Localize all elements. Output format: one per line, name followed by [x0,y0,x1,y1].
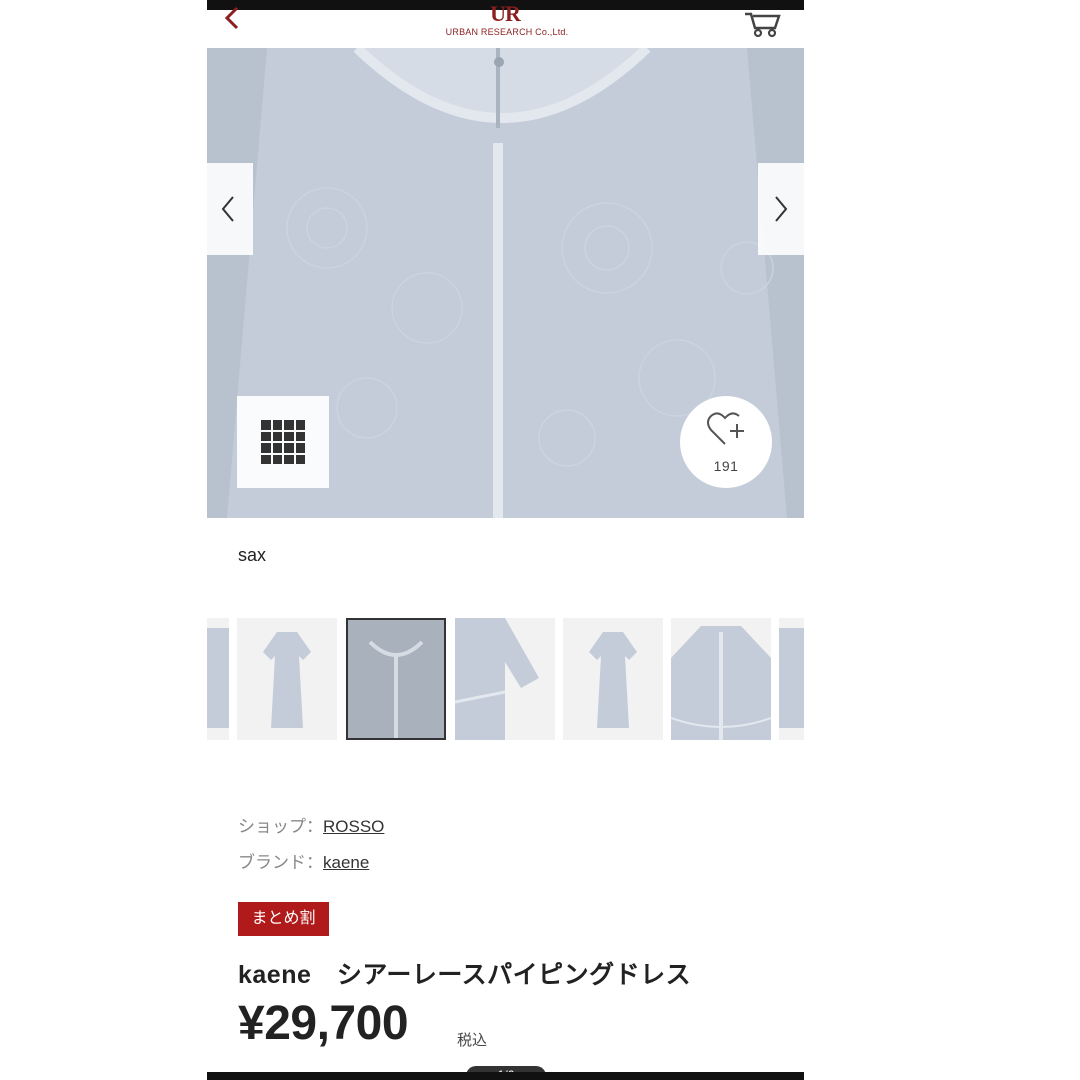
color-name: sax [238,545,267,565]
thumbnail-1[interactable] [237,618,337,740]
grid-icon [261,420,305,464]
thumbnail-3[interactable] [455,618,555,740]
thumbnail-image [779,618,804,740]
thumbnail-strip[interactable] [207,618,804,740]
carousel-prev-button[interactable] [207,163,253,255]
thumbnail-image [455,618,555,740]
thumbnail-image [207,618,229,740]
cart-icon[interactable] [743,10,783,38]
product-image-carousel[interactable]: 191 [207,48,804,518]
thumbnail-image [563,618,663,740]
back-chevron-icon[interactable] [221,6,243,34]
thumbnail-4[interactable] [563,618,663,740]
thumbnail-2-selected[interactable] [346,618,446,740]
chevron-right-icon [775,196,788,222]
thumbnail-0[interactable] [207,618,229,740]
favorite-button[interactable]: 191 [680,396,772,488]
brand-row: ブランド：kaene [238,848,369,873]
bundle-discount-badge: まとめ割 [238,902,329,936]
thumbnail-6[interactable] [779,618,804,740]
thumbnail-image [671,618,771,740]
thumbnail-5[interactable] [671,618,771,740]
brand-link[interactable]: kaene [323,853,369,872]
bottom-bar [207,1072,804,1080]
brand-logo-text: URBAN RESEARCH Co.,Ltd. [445,27,569,37]
tax-included-label: 税込 [457,1032,488,1049]
brand-logo-mark[interactable]: UR [483,4,527,24]
shop-label: ショップ： [238,817,323,836]
app-header: UR URBAN RESEARCH Co.,Ltd. [207,4,804,48]
shop-link[interactable]: ROSSO [323,817,384,836]
thumbnail-image [348,620,444,738]
thumbnail-image [237,618,337,740]
grid-view-button[interactable] [237,396,329,488]
product-title: kaene シアーレースパイピングドレス [238,961,692,989]
product-price: ¥29,700 [238,997,409,1050]
heart-plus-icon [707,412,744,445]
carousel-next-button[interactable] [758,163,804,255]
favorite-count: 191 [713,458,739,474]
brand-label: ブランド： [238,853,323,872]
shop-row: ショップ：ROSSO [238,812,384,837]
chevron-left-icon [221,196,234,222]
